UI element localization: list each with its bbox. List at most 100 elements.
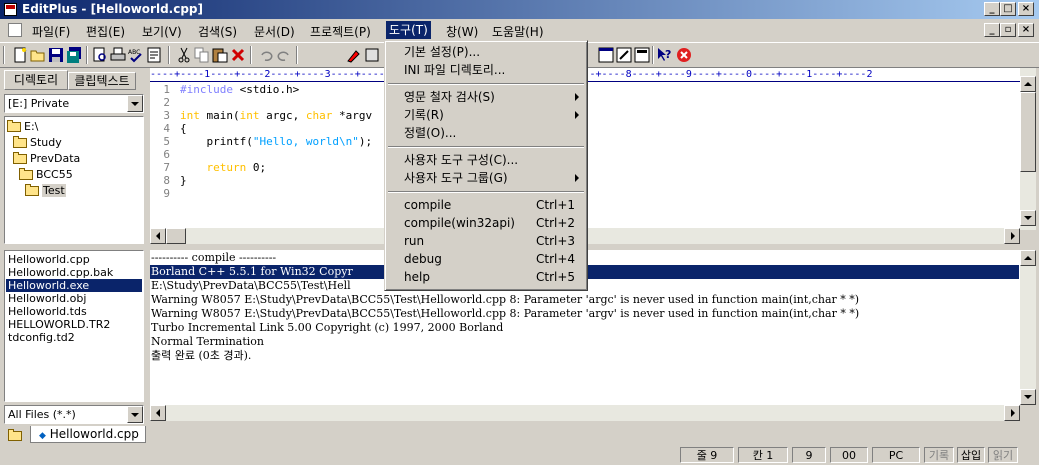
word-wrap-icon[interactable] [146,47,162,63]
undo-icon[interactable] [258,47,274,63]
doc-close-button[interactable]: × [1018,23,1034,37]
tree-item[interactable]: PrevData [13,152,80,166]
redo-icon[interactable] [276,47,292,63]
code-line[interactable]: } [180,174,187,187]
output-line[interactable]: 출력 완료 (0초 경과). [150,349,251,363]
menu-project[interactable]: 프로젝트(P) [310,23,371,40]
status-file-format[interactable]: PC [872,447,920,463]
scroll-down-icon[interactable] [1020,389,1036,405]
tab-directory[interactable]: 디렉토리 [4,70,68,90]
chevron-down-icon[interactable] [127,95,143,112]
menu-item-help[interactable]: help Ctrl+5 [387,268,585,286]
copy-icon[interactable] [194,47,210,63]
output-line[interactable]: Turbo Incremental Link 5.00 Copyright (c… [150,321,503,335]
print-preview-icon[interactable] [92,47,108,63]
menu-item-debug[interactable]: debug Ctrl+4 [387,250,585,268]
status-readonly[interactable]: 읽기 [988,447,1018,463]
scroll-right-icon[interactable] [1004,405,1020,421]
code-line[interactable]: { [180,122,187,135]
tree-item[interactable]: E:\ [7,120,38,134]
scroll-left-icon[interactable] [150,228,166,244]
output-line[interactable]: Warning W8057 E:\Study\PrevData\BCC55\Te… [150,307,859,321]
code-line[interactable]: #include <stdio.h> [180,83,299,96]
list-item[interactable]: Helloworld.cpp.bak [8,266,113,279]
document-tab[interactable]: ◆ Helloworld.cpp [30,426,146,443]
window-icon[interactable] [598,47,614,63]
code-line[interactable]: return 0; [180,161,266,174]
tree-item[interactable]: Study [13,136,62,150]
save-all-icon[interactable] [66,47,82,63]
list-item-selected[interactable]: Helloworld.exe [6,279,142,292]
scroll-thumb[interactable] [1020,92,1036,172]
menu-view[interactable]: 보기(V) [142,23,182,40]
code-line[interactable]: printf("Hello, world\n"); [180,135,372,148]
list-item[interactable]: tdconfig.td2 [8,331,75,344]
list-item[interactable]: HELLOWORLD.TR2 [8,318,110,331]
menu-file[interactable]: 파일(F) [32,23,70,40]
scroll-up-icon[interactable] [1020,250,1036,266]
menu-item-preferences[interactable]: 기본 설정(P)... [387,43,585,61]
scroll-thumb[interactable] [166,228,186,244]
output-line[interactable]: Normal Termination [150,335,264,349]
code-line[interactable]: int main(int argc, char *argv [180,109,372,122]
menu-item-run[interactable]: run Ctrl+3 [387,232,585,250]
spell-check-icon[interactable]: ABC [128,47,144,63]
maximize-button[interactable]: □ [1000,2,1016,16]
scroll-left-icon[interactable] [150,405,166,421]
tool-icon[interactable] [364,47,380,63]
status-record[interactable]: 기록 [924,447,954,463]
new-file-icon[interactable] [12,47,28,63]
menu-item-compile-win32api[interactable]: compile(win32api) Ctrl+2 [387,214,585,232]
editor-vertical-scrollbar[interactable] [1020,68,1036,230]
menu-item-ini-directory[interactable]: INI 파일 디렉토리... [387,61,585,79]
list-item[interactable]: Helloworld.cpp [8,253,90,266]
folder-icon[interactable] [8,428,25,442]
menu-item-sort[interactable]: 정렬(O)... [387,124,585,142]
marker-icon[interactable] [346,47,362,63]
menu-item-user-tool-group[interactable]: 사용자 도구 그룹(G) [387,169,585,187]
output-vertical-scrollbar[interactable] [1020,250,1036,405]
doc-minimize-button[interactable]: _ [984,23,1000,37]
output-line[interactable]: Warning W8057 E:\Study\PrevData\BCC55\Te… [150,293,859,307]
menu-separator [388,146,584,148]
tree-item-selected[interactable]: Test [25,184,66,198]
output-line[interactable]: ---------- compile ---------- [150,251,276,265]
doc-restore-button[interactable]: ▫ [1000,23,1016,37]
menu-tools[interactable]: 도구(T) [386,21,431,39]
menu-document[interactable]: 문서(D) [254,23,295,40]
list-item[interactable]: Helloworld.obj [8,292,86,305]
directory-icon[interactable] [634,47,650,63]
delete-icon[interactable] [230,47,246,63]
cut-icon[interactable] [176,47,192,63]
print-icon[interactable] [110,47,126,63]
minimize-button[interactable]: _ [984,2,1000,16]
output-horizontal-scrollbar[interactable] [150,405,1020,421]
scroll-up-icon[interactable] [1020,76,1036,92]
output-line[interactable]: E:\Study\PrevData\BCC55\Test\Hell [150,279,351,293]
scroll-right-icon[interactable] [1004,228,1020,244]
save-icon[interactable] [48,47,64,63]
cliptext-icon[interactable] [616,47,632,63]
open-folder-icon[interactable] [30,47,46,63]
scroll-down-icon[interactable] [1020,210,1036,226]
tree-item[interactable]: BCC55 [19,168,73,182]
list-item[interactable]: Helloworld.tds [8,305,87,318]
drive-select[interactable]: [E:] Private [4,94,144,113]
menu-item-record[interactable]: 기록(R) [387,106,585,124]
paste-icon[interactable] [212,47,228,63]
menu-search[interactable]: 검색(S) [198,23,237,40]
close-button[interactable]: × [1018,2,1034,16]
menu-item-compile[interactable]: compile Ctrl+1 [387,196,585,214]
menu-edit[interactable]: 편집(E) [86,23,125,40]
file-filter-select[interactable]: All Files (*.*) [4,405,144,424]
menu-item-spell-check[interactable]: 영문 철자 검사(S) [387,88,585,106]
status-insert[interactable]: 삽입 [957,447,985,463]
menu-window[interactable]: 창(W) [446,23,478,40]
chevron-down-icon[interactable] [127,406,143,423]
context-help-icon[interactable]: ? [656,47,672,63]
menu-help[interactable]: 도움말(H) [492,23,544,40]
stop-icon[interactable] [676,47,692,63]
menu-item-configure-user-tools[interactable]: 사용자 도구 구성(C)... [387,151,585,169]
tab-cliptext[interactable]: 클립텍스트 [68,72,136,90]
document-icon[interactable] [8,23,22,37]
